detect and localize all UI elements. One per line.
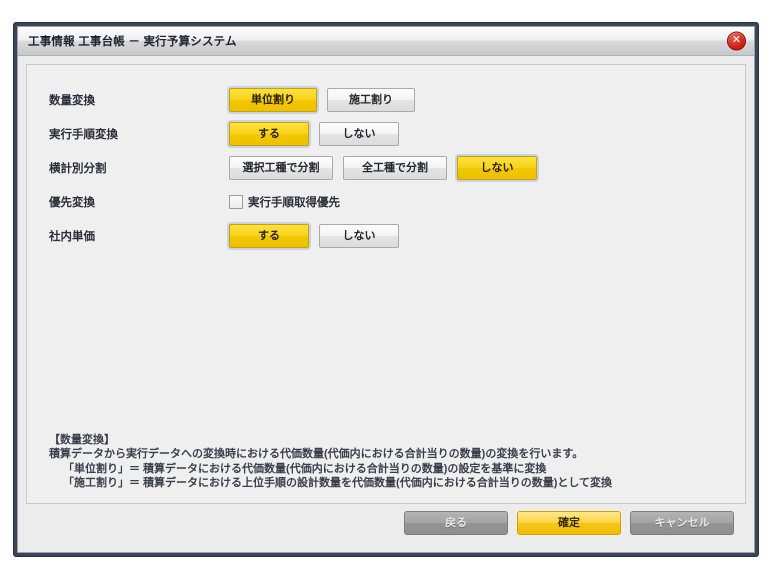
dialog-window: 工事情報 工事台帳 － 実行予算システム ✕ 数量変換 単位割り 施工割り実行手順変… [13, 22, 759, 557]
settings-panel: 数量変換 単位割り 施工割り 実行手順変換 する しない 横計別分割 選択工種で分割 全工種で分… [26, 64, 746, 504]
form-row: 社内単価 する しない [27, 219, 745, 253]
form-row: 実行手順変換 する しない [27, 117, 745, 151]
row-controls: 選択工種で分割 全工種で分割 しない [229, 156, 537, 180]
checkbox-label: 実行手順取得優先 [248, 197, 340, 209]
checkbox-option[interactable]: 実行手順取得優先 [229, 194, 340, 210]
row-controls: する しない [229, 122, 399, 146]
footer-button[interactable]: 確定 [517, 511, 621, 535]
form-row: 優先変換 実行手順取得優先 [27, 185, 745, 219]
note-line: 「施工割り」＝ 積算データにおける上位手順の設計数量を代価数量(代価内における合… [63, 477, 613, 490]
footer-button[interactable]: 戻る [404, 511, 508, 535]
option-button[interactable]: 全工種で分割 [343, 156, 447, 180]
form-row: 数量変換 単位割り 施工割り [27, 83, 745, 117]
footer-button[interactable]: キャンセル [630, 511, 734, 535]
option-button[interactable]: 施工割り [327, 88, 415, 112]
dialog-body: 数量変換 単位割り 施工割り 実行手順変換 する しない 横計別分割 選択工種で分割 全工種で分… [18, 56, 754, 552]
form-row: 横計別分割 選択工種で分割 全工種で分割 しない [27, 151, 745, 185]
row-label: 社内単価 [49, 231, 95, 243]
option-button[interactable]: しない [319, 122, 399, 146]
close-icon-glyph: ✕ [731, 34, 742, 46]
dialog-inner: 工事情報 工事台帳 － 実行予算システム ✕ 数量変換 単位割り 施工割り実行手順変… [17, 26, 755, 553]
row-controls: 単位割り 施工割り [229, 88, 415, 112]
note-block: 【数量変換】積算データから実行データへの変換時における代価数量(代価内における合… [49, 433, 729, 491]
row-label: 優先変換 [49, 197, 95, 209]
option-button[interactable]: しない [457, 156, 537, 180]
option-button[interactable]: する [229, 224, 309, 248]
row-controls: する しない [229, 224, 399, 248]
row-controls: 実行手順取得優先 [229, 194, 340, 210]
note-line: 「単位割り」＝ 積算データにおける代価数量(代価内における合計当りの数量)の設定… [63, 462, 547, 475]
option-button[interactable]: する [229, 122, 309, 146]
option-button[interactable]: 選択工種で分割 [229, 156, 333, 180]
dialog-footer: 戻る 確定 キャンセル [26, 504, 746, 544]
note-line: 積算データから実行データへの変換時における代価数量(代価内における合計当りの数量… [49, 448, 584, 461]
option-button[interactable]: しない [319, 224, 399, 248]
row-label: 横計別分割 [49, 163, 107, 175]
settings-form: 数量変換 単位割り 施工割り 実行手順変換 する しない 横計別分割 選択工種で分割 全工種で分… [27, 83, 745, 253]
close-icon[interactable]: ✕ [727, 31, 746, 51]
option-button[interactable]: 単位割り [229, 88, 317, 112]
row-label: 数量変換 [49, 95, 95, 107]
checkbox-box-icon[interactable] [229, 195, 243, 209]
window-title: 工事情報 工事台帳 － 実行予算システム [28, 36, 237, 48]
note-line: 【数量変換】 [49, 433, 115, 446]
title-bar: 工事情報 工事台帳 － 実行予算システム ✕ [18, 27, 754, 56]
row-label: 実行手順変換 [49, 129, 118, 141]
